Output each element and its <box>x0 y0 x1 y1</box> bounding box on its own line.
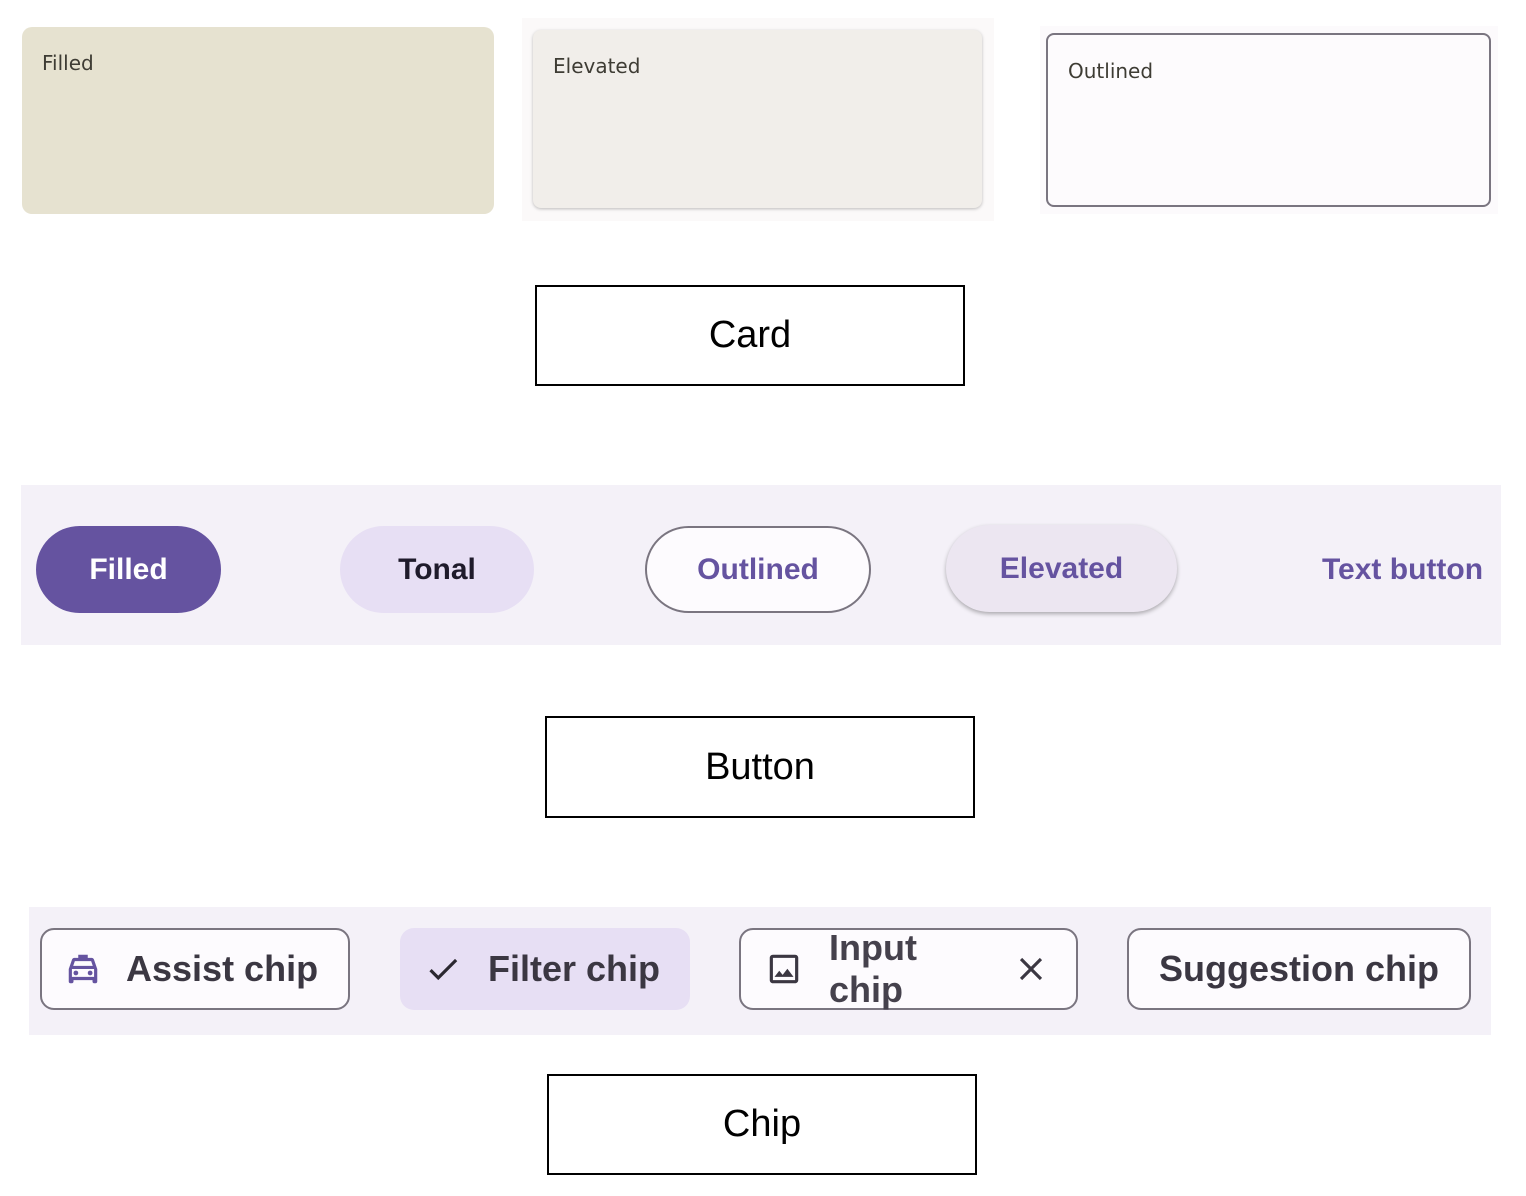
elevated-card-label: Elevated <box>553 54 641 78</box>
outlined-card-label: Outlined <box>1068 59 1154 83</box>
image-icon <box>765 950 803 988</box>
outlined-card[interactable]: Outlined <box>1046 33 1491 207</box>
input-chip[interactable]: Input chip <box>739 927 1078 1010</box>
elevated-button[interactable]: Elevated <box>946 525 1177 612</box>
chip-caption: Chip <box>547 1074 977 1175</box>
elevated-card[interactable]: Elevated <box>533 30 982 208</box>
tonal-button[interactable]: Tonal <box>340 526 534 613</box>
suggestion-chip[interactable]: Suggestion chip <box>1127 928 1471 1010</box>
text-button[interactable]: Text button <box>1300 526 1505 613</box>
assist-chip-label: Assist chip <box>126 948 319 989</box>
check-icon <box>424 950 462 988</box>
filled-button[interactable]: Filled <box>36 526 221 613</box>
suggestion-chip-label: Suggestion chip <box>1158 948 1439 989</box>
filled-card-label: Filled <box>42 51 94 75</box>
button-caption: Button <box>545 716 975 818</box>
input-chip-label: Input chip <box>829 927 917 1010</box>
filter-chip-label: Filter chip <box>488 948 661 989</box>
close-icon[interactable] <box>1012 950 1050 988</box>
card-caption: Card <box>535 285 965 386</box>
filled-card[interactable]: Filled <box>22 27 494 214</box>
filter-chip[interactable]: Filter chip <box>400 928 690 1010</box>
assist-chip[interactable]: Assist chip <box>40 928 350 1010</box>
taxi-icon <box>64 950 102 988</box>
outlined-button[interactable]: Outlined <box>645 526 871 613</box>
